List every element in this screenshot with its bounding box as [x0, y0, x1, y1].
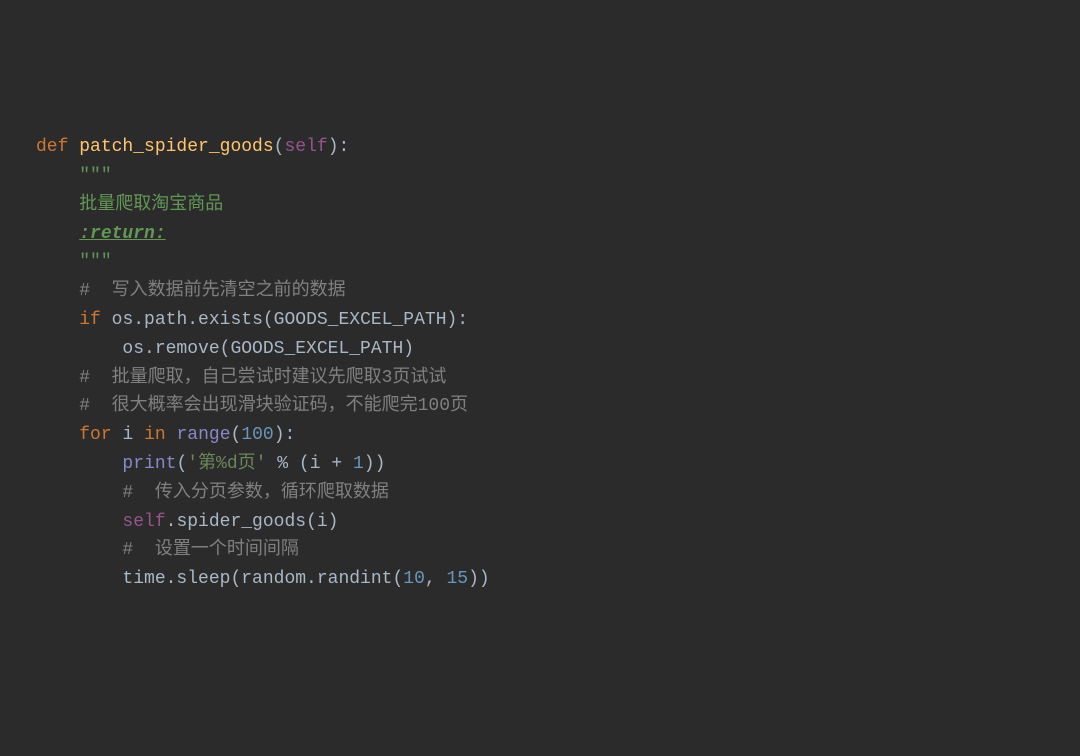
code-line-5: """	[36, 248, 1044, 277]
comment-batch-crawl: # 批量爬取，自己尝试时建议先爬取3页试试	[79, 368, 446, 388]
code-line-16: time.sleep(random.randint(10, 15))	[36, 565, 1044, 594]
code-line-9: # 批量爬取，自己尝试时建议先爬取3页试试	[36, 364, 1044, 393]
code-line-10: # 很大概率会出现滑块验证码，不能爬完100页	[36, 392, 1044, 421]
code-line-13: # 传入分页参数，循环爬取数据	[36, 479, 1044, 508]
comment-clear-data: # 写入数据前先清空之前的数据	[79, 281, 345, 301]
var-i-expr: i	[310, 454, 321, 474]
function-name: patch_spider_goods	[79, 137, 273, 157]
time-sleep-call: time.sleep(random.randint(	[122, 569, 403, 589]
spider-goods-call: .spider_goods(i)	[166, 512, 339, 532]
operator-mod: %	[277, 454, 288, 474]
code-editor[interactable]: def patch_spider_goods(self): """ 批量爬取淘宝…	[36, 133, 1044, 594]
code-line-7: if os.path.exists(GOODS_EXCEL_PATH):	[36, 306, 1044, 335]
comma-sep: ,	[425, 569, 447, 589]
docstring-desc: 批量爬取淘宝商品	[79, 195, 223, 215]
number-10: 10	[403, 569, 425, 589]
var-i: i	[122, 425, 133, 445]
paren-open-range: (	[231, 425, 242, 445]
builtin-range: range	[176, 425, 230, 445]
paren-open-expr: (	[299, 454, 310, 474]
docstring-return-tag: :return:	[79, 224, 165, 244]
comment-slider-captcha: # 很大概率会出现滑块验证码，不能爬完100页	[79, 396, 468, 416]
docstring-close: """	[79, 252, 111, 272]
docstring-open: """	[79, 166, 111, 186]
number-15: 15	[447, 569, 469, 589]
code-line-4: :return:	[36, 220, 1044, 249]
builtin-print: print	[122, 454, 176, 474]
keyword-def: def	[36, 137, 68, 157]
string-page: '第%d页'	[187, 454, 266, 474]
code-line-1: def patch_spider_goods(self):	[36, 133, 1044, 162]
paren-close-expr: ))	[364, 454, 386, 474]
paren-close-sleep: ))	[468, 569, 490, 589]
os-path-exists-call: os.path.exists(GOODS_EXCEL_PATH):	[112, 310, 468, 330]
keyword-self: self	[122, 512, 165, 532]
paren-open: (	[274, 137, 285, 157]
code-line-2: """	[36, 162, 1044, 191]
code-line-14: self.spider_goods(i)	[36, 508, 1044, 537]
number-100: 100	[241, 425, 273, 445]
paren-close: ):	[328, 137, 350, 157]
code-line-8: os.remove(GOODS_EXCEL_PATH)	[36, 335, 1044, 364]
param-self: self	[284, 137, 327, 157]
code-line-3: 批量爬取淘宝商品	[36, 191, 1044, 220]
paren-open-print: (	[176, 454, 187, 474]
code-line-6: # 写入数据前先清空之前的数据	[36, 277, 1044, 306]
code-line-11: for i in range(100):	[36, 421, 1044, 450]
comment-page-param: # 传入分页参数，循环爬取数据	[122, 483, 388, 503]
operator-plus: +	[331, 454, 342, 474]
keyword-if: if	[79, 310, 101, 330]
comment-time-interval: # 设置一个时间间隔	[122, 540, 298, 560]
paren-close-range: ):	[274, 425, 296, 445]
os-remove-call: os.remove(GOODS_EXCEL_PATH)	[122, 339, 414, 359]
keyword-for: for	[79, 425, 111, 445]
keyword-in: in	[144, 425, 166, 445]
code-line-15: # 设置一个时间间隔	[36, 536, 1044, 565]
number-1: 1	[353, 454, 364, 474]
code-line-12: print('第%d页' % (i + 1))	[36, 450, 1044, 479]
